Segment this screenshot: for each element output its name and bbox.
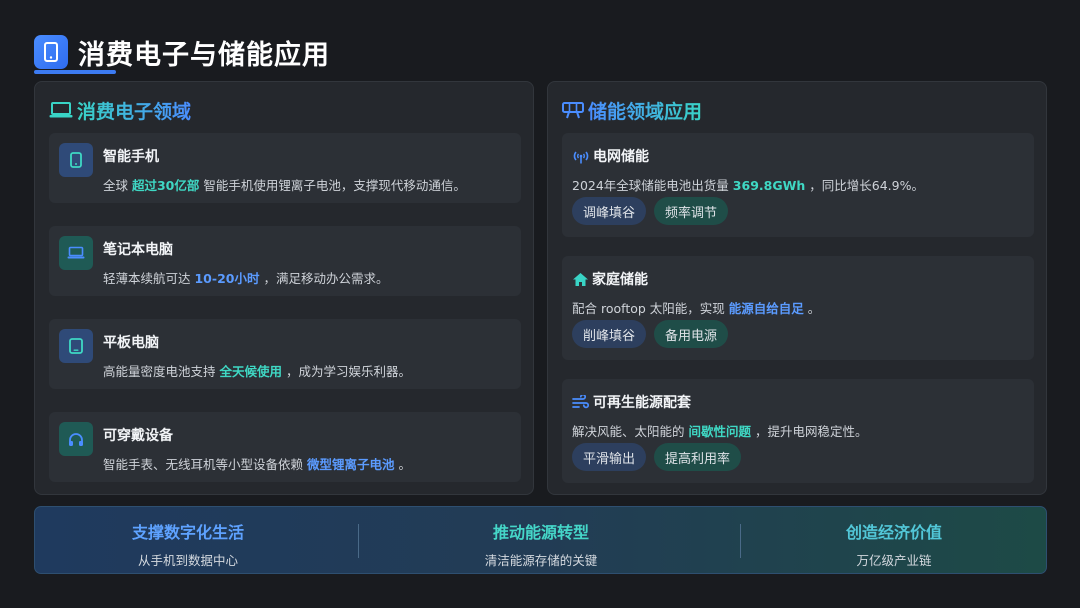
tag-list: 调峰填谷 频率调节 <box>572 197 729 225</box>
list-item-grid-storage: 电网储能 2024年全球储能电池出货量 369.8GWh ，同比增长64.9%。… <box>562 133 1034 237</box>
tag: 平滑输出 <box>572 443 647 471</box>
summary-item: 推动能源转型 清洁能源存储的关键 <box>376 507 706 575</box>
list-item-wearables: 可穿戴设备 智能手表、无线耳机等小型设备依赖 微型锂离子电池 。 <box>49 412 521 482</box>
panel-heading: 储能领域应用 <box>562 96 702 124</box>
item-name: 可穿戴设备 <box>103 428 173 444</box>
item-name: 可再生能源配套 <box>593 395 691 411</box>
list-item-renewable-support: 可再生能源配套 解决风能、太阳能的 间歇性问题 ，提升电网稳定性。 平滑输出 提… <box>562 379 1034 483</box>
item-description: 轻薄本续航可达 10-20小时 ，满足移动办公需求。 <box>103 271 389 286</box>
divider <box>358 524 359 558</box>
energy-storage-panel: 储能领域应用 电网储能 2024年全球储能电池出货量 369.8GWh ，同比增… <box>547 81 1047 495</box>
panel-title: 储能领域应用 <box>588 97 702 124</box>
item-name: 智能手机 <box>103 149 159 165</box>
tag: 备用电源 <box>654 320 729 348</box>
list-item-home-storage: 家庭储能 配合 rooftop 太阳能，实现 能源自给自足 。 削峰填谷 备用电… <box>562 256 1034 360</box>
phone-icon <box>59 143 93 177</box>
summary-item: 支撑数字化生活 从手机到数据中心 <box>23 507 353 575</box>
summary-banner: 支撑数字化生活 从手机到数据中心 推动能源转型 清洁能源存储的关键 创造经济价值… <box>34 506 1047 574</box>
tag: 频率调节 <box>654 197 729 225</box>
broadcast-tower-icon <box>573 150 589 163</box>
item-heading: 可再生能源配套 <box>572 392 691 412</box>
tag: 提高利用率 <box>654 443 742 471</box>
item-description: 2024年全球储能电池出货量 369.8GWh ，同比增长64.9%。 <box>572 178 924 193</box>
summary-title: 创造经济价值 <box>845 523 942 542</box>
title-underline <box>34 70 116 74</box>
item-description: 智能手表、无线耳机等小型设备依赖 微型锂离子电池 。 <box>103 457 411 472</box>
consumer-electronics-panel: 消费电子领域 智能手机 全球 超过30亿部 智能手机使用锂离子电池，支撑现代移动… <box>34 81 534 495</box>
list-item-laptop: 笔记本电脑 轻薄本续航可达 10-20小时 ，满足移动办公需求。 <box>49 226 521 296</box>
tag-list: 平滑输出 提高利用率 <box>572 443 742 471</box>
item-description: 高能量密度电池支持 全天候使用 ，成为学习娱乐利器。 <box>103 364 411 379</box>
tag: 削峰填谷 <box>572 320 647 348</box>
item-name: 家庭储能 <box>592 272 648 288</box>
page-header: 消费电子与储能应用 <box>34 30 330 74</box>
item-description: 解决风能、太阳能的 间歇性问题 ，提升电网稳定性。 <box>572 424 868 439</box>
item-name: 电网储能 <box>593 149 649 165</box>
summary-title: 支撑数字化生活 <box>131 523 244 542</box>
tag: 调峰填谷 <box>572 197 647 225</box>
summary-item: 创造经济价值 万亿级产业链 <box>729 507 1059 575</box>
list-item-tablet: 平板电脑 高能量密度电池支持 全天候使用 ，成为学习娱乐利器。 <box>49 319 521 389</box>
item-description: 配合 rooftop 太阳能，实现 能源自给自足 。 <box>572 301 821 316</box>
summary-title: 推动能源转型 <box>492 523 589 542</box>
laptop-icon <box>49 102 73 118</box>
item-heading: 家庭储能 <box>572 269 648 289</box>
laptop-icon <box>59 236 93 270</box>
panel-title: 消费电子领域 <box>77 97 191 124</box>
grid-tower-icon <box>562 102 584 119</box>
item-name: 笔记本电脑 <box>103 242 173 258</box>
list-item-smartphone: 智能手机 全球 超过30亿部 智能手机使用锂离子电池，支撑现代移动通信。 <box>49 133 521 203</box>
phone-icon <box>34 35 68 69</box>
home-icon <box>573 272 588 286</box>
tag-list: 削峰填谷 备用电源 <box>572 320 729 348</box>
summary-subtitle: 清洁能源存储的关键 <box>484 553 598 568</box>
page-title: 消费电子与储能应用 <box>78 39 330 71</box>
summary-subtitle: 万亿级产业链 <box>856 553 932 568</box>
item-description: 全球 超过30亿部 智能手机使用锂离子电池，支撑现代移动通信。 <box>103 178 466 193</box>
summary-subtitle: 从手机到数据中心 <box>137 553 238 568</box>
wind-icon <box>572 394 590 408</box>
panel-heading: 消费电子领域 <box>49 96 191 124</box>
item-name: 平板电脑 <box>103 335 159 351</box>
tablet-icon <box>59 329 93 363</box>
item-heading: 电网储能 <box>572 146 649 166</box>
headphones-icon <box>59 422 93 456</box>
